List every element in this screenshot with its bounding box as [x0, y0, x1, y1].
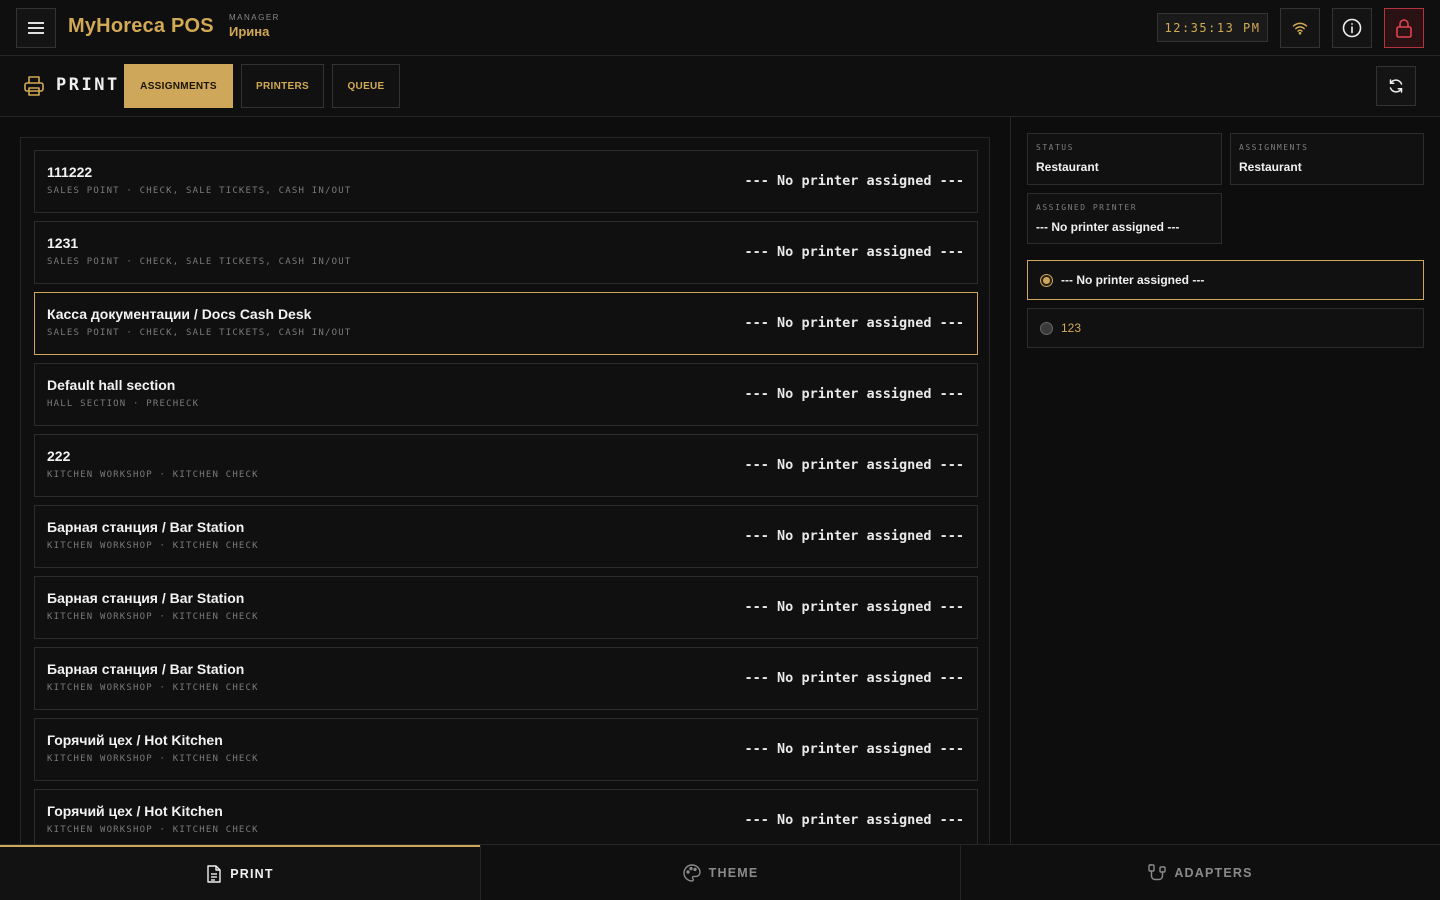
assignment-meta: SALES POINT · CHECK, SALE TICKETS, CASH …: [47, 328, 352, 338]
assignment-title: Горячий цех / Hot Kitchen: [47, 732, 223, 748]
assignment-printer: --- No printer assigned ---: [744, 670, 964, 686]
section-header: PRINT ASSIGNMENTS PRINTERS QUEUE: [0, 56, 1440, 117]
user-info: MANAGER Ирина: [229, 13, 280, 39]
document-icon: [207, 865, 221, 883]
nav-adapters-label: ADAPTERS: [1174, 866, 1253, 880]
assignment-row[interactable]: Default hall section HALL SECTION · PREC…: [34, 363, 978, 426]
assignment-row[interactable]: Барная станция / Bar Station KITCHEN WOR…: [34, 647, 978, 710]
assignment-row[interactable]: 222 KITCHEN WORKSHOP · KITCHEN CHECK ---…: [34, 434, 978, 497]
nav-adapters[interactable]: ADAPTERS: [961, 845, 1440, 900]
assigned-printer-label: ASSIGNED PRINTER: [1036, 203, 1138, 212]
status-value: Restaurant: [1036, 160, 1099, 174]
assignment-title: Барная станция / Bar Station: [47, 519, 245, 535]
panel-divider: [1010, 117, 1011, 844]
page-title: PRINT: [56, 75, 120, 95]
adapters-icon: [1148, 864, 1167, 881]
assignment-meta: SALES POINT · CHECK, SALE TICKETS, CASH …: [47, 186, 352, 196]
nav-theme-label: THEME: [708, 866, 759, 880]
assignment-meta: KITCHEN WORKSHOP · KITCHEN CHECK: [47, 612, 259, 622]
assignment-meta: KITCHEN WORKSHOP · KITCHEN CHECK: [47, 754, 259, 764]
assignments-list: 111222 SALES POINT · CHECK, SALE TICKETS…: [20, 137, 990, 857]
assignment-meta: KITCHEN WORKSHOP · KITCHEN CHECK: [47, 825, 259, 835]
assignment-row-selected[interactable]: Касса документации / Docs Cash Desk SALE…: [34, 292, 978, 355]
user-role: MANAGER: [229, 13, 280, 22]
info-button[interactable]: [1332, 8, 1372, 48]
tab-printers[interactable]: PRINTERS: [241, 64, 324, 108]
assignment-title: 111222: [47, 164, 93, 180]
assignment-title: 1231: [47, 235, 79, 251]
assignment-meta: HALL SECTION · PRECHECK: [47, 399, 200, 409]
palette-icon: [683, 864, 701, 882]
assignments-card: ASSIGNMENTS Restaurant: [1230, 133, 1424, 185]
radio-button[interactable]: [1040, 274, 1053, 287]
nav-print-label: PRINT: [230, 867, 274, 881]
status-card: STATUS Restaurant: [1027, 133, 1222, 185]
lock-button[interactable]: [1384, 8, 1424, 48]
assignment-printer: --- No printer assigned ---: [744, 315, 964, 331]
printer-option-none[interactable]: --- No printer assigned ---: [1027, 260, 1424, 300]
assignment-printer: --- No printer assigned ---: [744, 741, 964, 757]
assignment-printer: --- No printer assigned ---: [744, 599, 964, 615]
nav-theme[interactable]: THEME: [480, 845, 961, 900]
nav-print[interactable]: PRINT: [0, 845, 480, 900]
assignments-value: Restaurant: [1239, 160, 1302, 174]
status-label: STATUS: [1036, 143, 1074, 152]
menu-button[interactable]: [16, 8, 56, 48]
info-icon: [1342, 18, 1362, 38]
assignment-title: Барная станция / Bar Station: [47, 661, 245, 677]
printer-option-123[interactable]: 123: [1027, 308, 1424, 348]
printer-icon: [24, 76, 44, 96]
assignment-meta: SALES POINT · CHECK, SALE TICKETS, CASH …: [47, 257, 352, 267]
assignment-title: 222: [47, 448, 71, 464]
tab-queue[interactable]: QUEUE: [332, 64, 400, 108]
assignment-title: Барная станция / Bar Station: [47, 590, 245, 606]
assigned-printer-card: ASSIGNED PRINTER --- No printer assigned…: [1027, 193, 1222, 244]
app-brand: MyHoreca POS: [68, 15, 214, 37]
assignment-printer: --- No printer assigned ---: [744, 173, 964, 189]
tab-assignments[interactable]: ASSIGNMENTS: [124, 64, 233, 108]
assignment-printer: --- No printer assigned ---: [744, 386, 964, 402]
assignment-row[interactable]: Горячий цех / Hot Kitchen KITCHEN WORKSH…: [34, 718, 978, 781]
clock-display: 12:35:13 PM: [1157, 13, 1268, 42]
assignment-row[interactable]: Горячий цех / Hot Kitchen KITCHEN WORKSH…: [34, 789, 978, 852]
refresh-button[interactable]: [1376, 66, 1416, 106]
refresh-icon: [1389, 79, 1403, 93]
assignment-row[interactable]: Барная станция / Bar Station KITCHEN WOR…: [34, 505, 978, 568]
assignment-meta: KITCHEN WORKSHOP · KITCHEN CHECK: [47, 683, 259, 693]
bottom-navigation: PRINT THEME ADAPTERS: [0, 844, 1440, 900]
radio-button[interactable]: [1040, 322, 1053, 335]
lock-icon: [1396, 19, 1412, 38]
assignment-title: Горячий цех / Hot Kitchen: [47, 803, 223, 819]
assignment-row[interactable]: 1231 SALES POINT · CHECK, SALE TICKETS, …: [34, 221, 978, 284]
assignment-printer: --- No printer assigned ---: [744, 528, 964, 544]
assignment-title: Default hall section: [47, 377, 176, 393]
assignment-row[interactable]: 111222 SALES POINT · CHECK, SALE TICKETS…: [34, 150, 978, 213]
assignment-meta: KITCHEN WORKSHOP · KITCHEN CHECK: [47, 470, 259, 480]
printer-option-label: 123: [1061, 321, 1082, 335]
assignment-row[interactable]: Барная станция / Bar Station KITCHEN WOR…: [34, 576, 978, 639]
hamburger-icon: [28, 22, 44, 34]
assignment-printer: --- No printer assigned ---: [744, 812, 964, 828]
assignment-printer: --- No printer assigned ---: [744, 457, 964, 473]
wifi-icon: [1292, 22, 1308, 35]
wifi-button[interactable]: [1280, 8, 1320, 48]
printer-option-label: --- No printer assigned ---: [1061, 273, 1205, 287]
assigned-printer-value: --- No printer assigned ---: [1036, 220, 1180, 234]
top-bar: MyHoreca POS MANAGER Ирина 12:35:13 PM: [0, 0, 1440, 56]
assignment-title: Касса документации / Docs Cash Desk: [47, 306, 312, 322]
assignment-printer: --- No printer assigned ---: [744, 244, 964, 260]
assignments-label: ASSIGNMENTS: [1239, 143, 1309, 152]
assignment-meta: KITCHEN WORKSHOP · KITCHEN CHECK: [47, 541, 259, 551]
user-name: Ирина: [229, 24, 270, 39]
